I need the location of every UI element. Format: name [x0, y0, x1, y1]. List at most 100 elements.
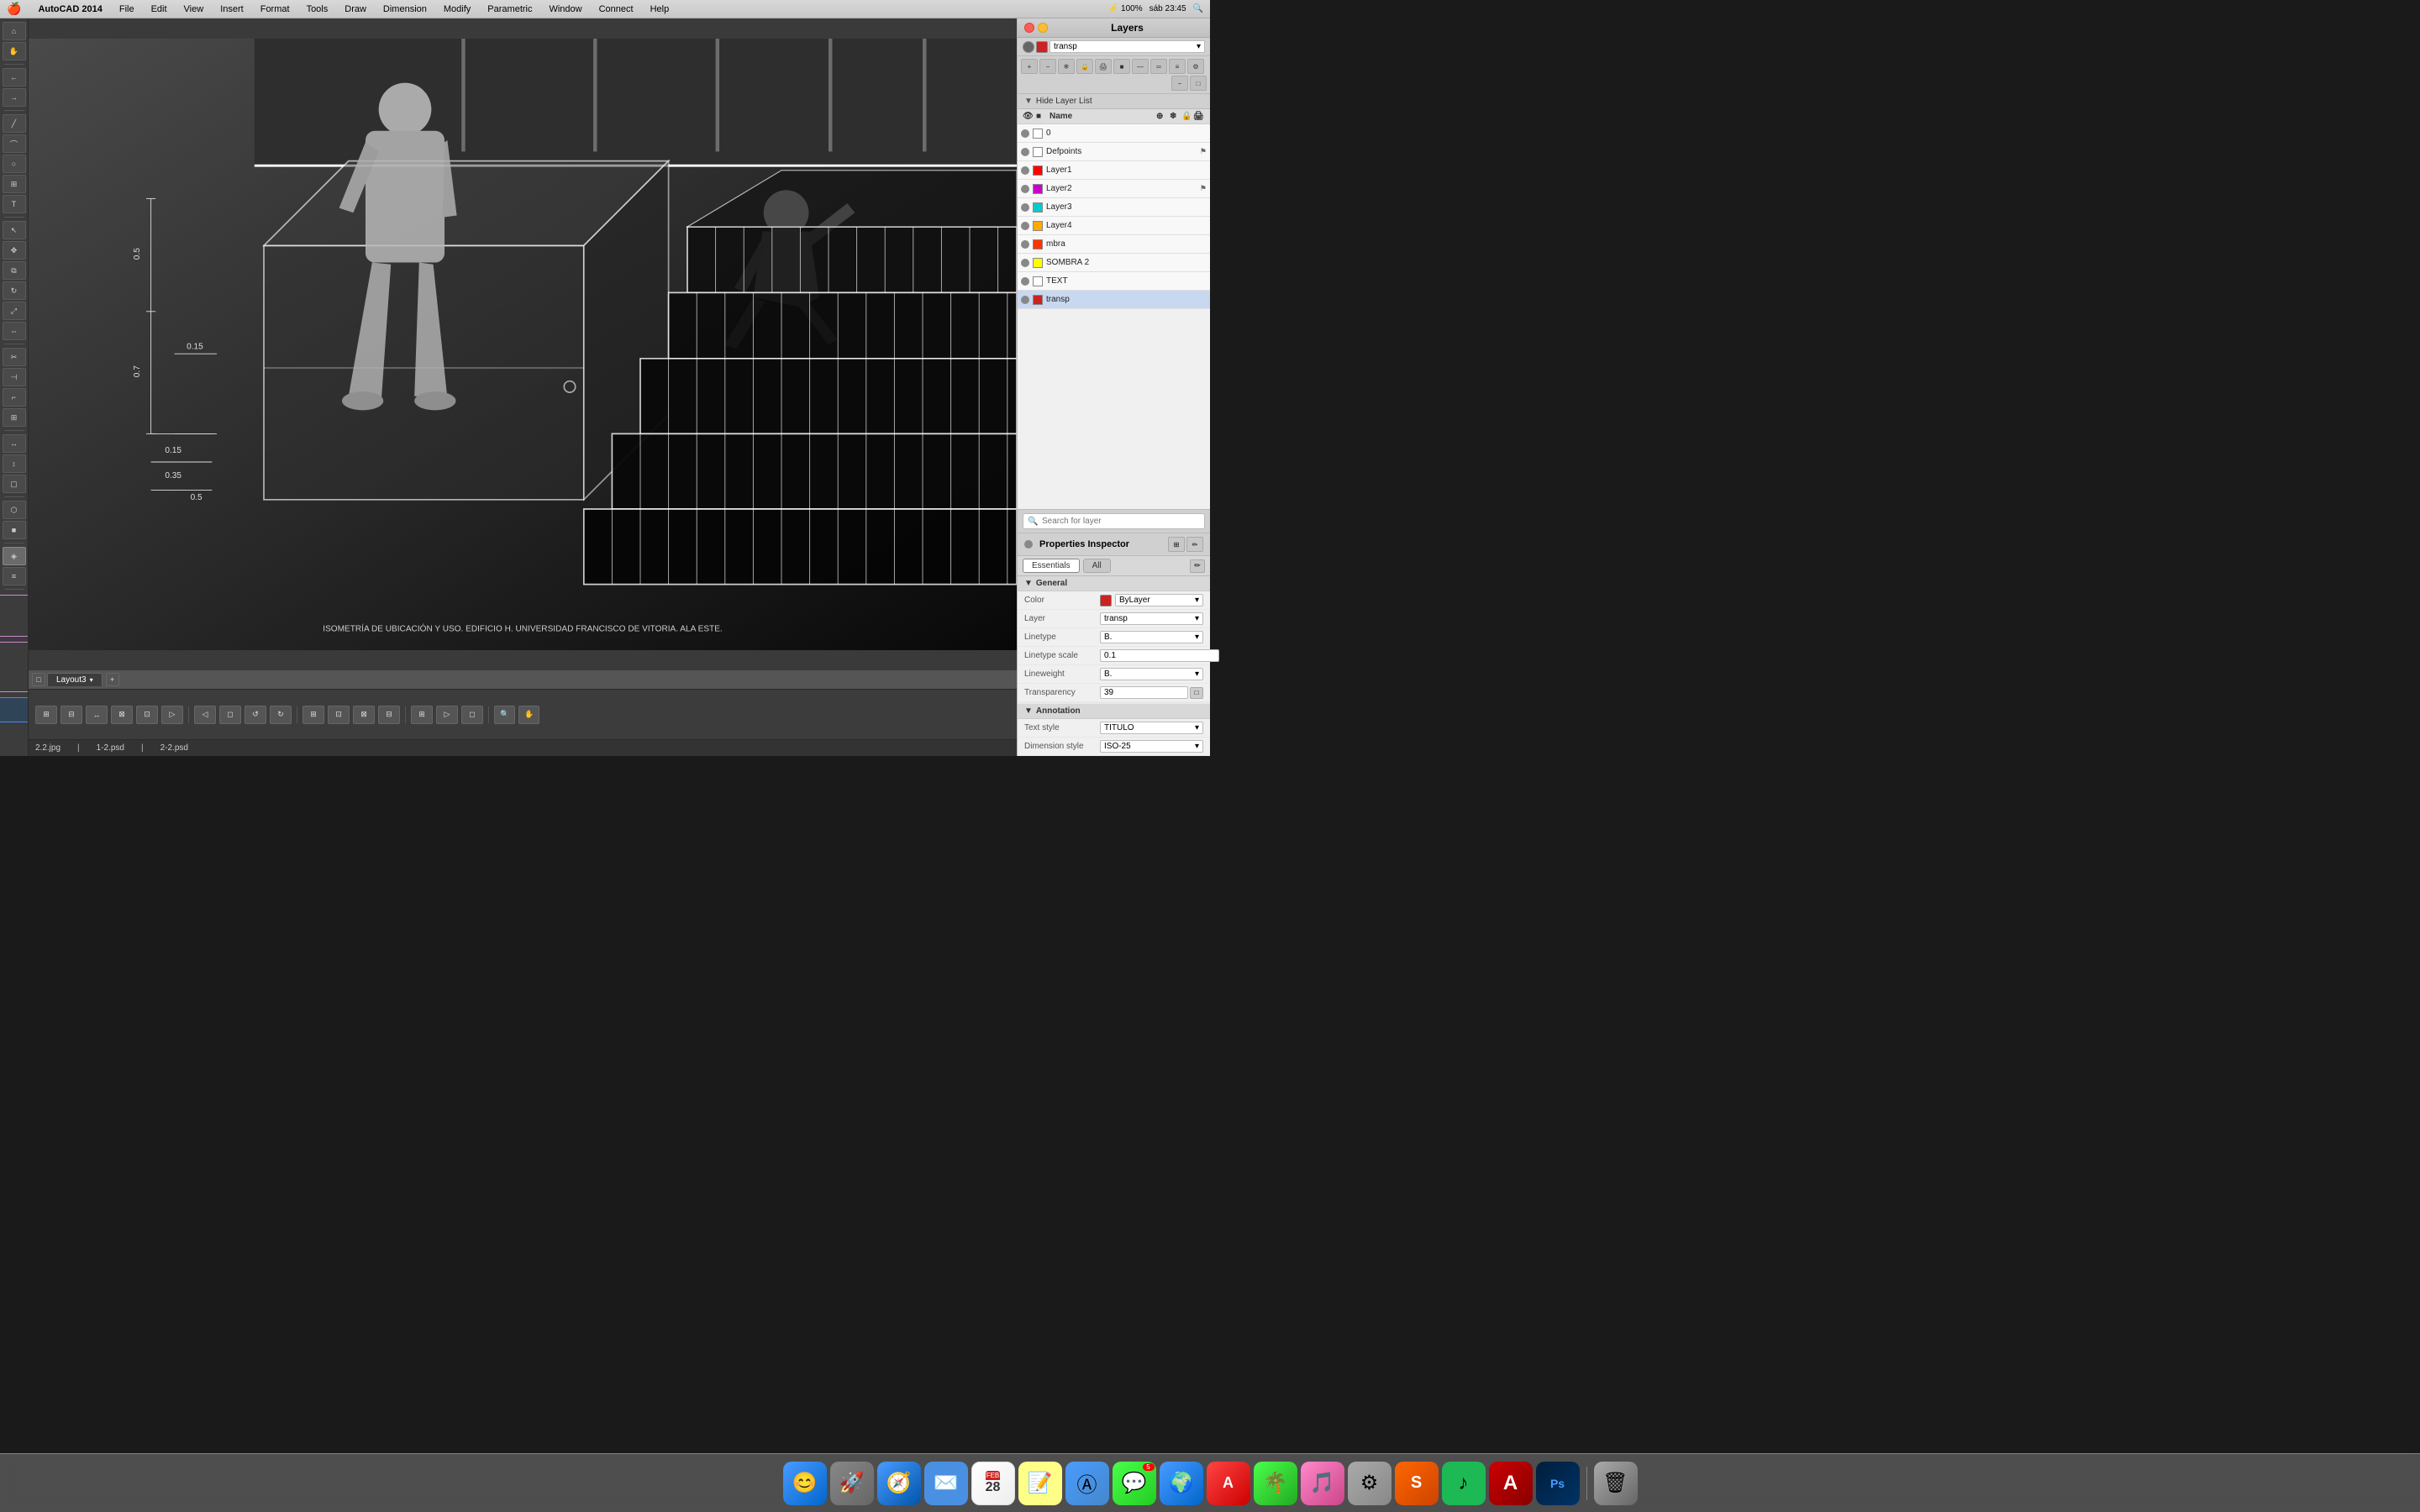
apple-menu[interactable]: 🍎: [7, 2, 21, 16]
dock-safari[interactable]: 🧭: [877, 1462, 921, 1505]
tb-text[interactable]: T: [3, 195, 26, 213]
layer-exp[interactable]: □: [1190, 76, 1207, 91]
search-icon[interactable]: 🔍: [1193, 4, 1203, 13]
btm-sel[interactable]: ↻: [270, 706, 292, 724]
general-section-header[interactable]: ▼ General: [1018, 576, 1210, 591]
layer-print[interactable]: 🖨: [1095, 59, 1112, 74]
dock-launchpad[interactable]: 🚀: [830, 1462, 874, 1505]
format-menu[interactable]: Format: [257, 3, 293, 15]
all-tab[interactable]: All: [1083, 559, 1111, 573]
tb-3d[interactable]: ⬡: [3, 501, 26, 519]
transp-toggle[interactable]: □: [1190, 687, 1203, 699]
tb-move[interactable]: ✥: [3, 241, 26, 260]
btm-polar[interactable]: ⊠: [111, 706, 133, 724]
layer-min[interactable]: −: [1171, 76, 1188, 91]
dock-calendar[interactable]: FEB 28: [971, 1462, 1015, 1505]
color-dropdown[interactable]: ByLayer ▾: [1115, 594, 1203, 606]
tb-dim[interactable]: ↔: [3, 434, 26, 453]
col-name[interactable]: Name: [1050, 112, 1156, 121]
tb-forward[interactable]: →: [3, 88, 26, 107]
insert-menu[interactable]: Insert: [217, 3, 247, 15]
tb-solid[interactable]: ■: [3, 521, 26, 539]
draw-menu[interactable]: Draw: [341, 3, 370, 15]
tb-select[interactable]: ↖: [3, 221, 26, 239]
tb-hatch[interactable]: ⊞: [3, 175, 26, 193]
dock-sketchup[interactable]: S: [1395, 1462, 1439, 1505]
window-menu[interactable]: Window: [545, 3, 585, 15]
edit-menu[interactable]: Edit: [148, 3, 171, 15]
tb-home[interactable]: ⌂: [3, 22, 26, 40]
btm-osnap[interactable]: ⊡: [136, 706, 158, 724]
btm-otrack[interactable]: ▷: [161, 706, 183, 724]
dock-itunes[interactable]: 🎵: [1301, 1462, 1344, 1505]
layer-item-mbra[interactable]: mbra: [1018, 235, 1210, 254]
layers-panel-min[interactable]: [1038, 23, 1048, 33]
btm-pan-btn[interactable]: ✋: [518, 706, 539, 724]
dock-trash[interactable]: 🗑: [1594, 1462, 1638, 1505]
dock-mail[interactable]: ✉️: [924, 1462, 968, 1505]
layer-color[interactable]: ■: [1113, 59, 1130, 74]
props-tb1[interactable]: ⊞: [1168, 537, 1185, 552]
btm-space[interactable]: ⊞: [302, 706, 324, 724]
layer-lock[interactable]: 🔒: [1076, 59, 1093, 74]
connect-menu[interactable]: Connect: [596, 3, 637, 15]
layer-item-0[interactable]: 0: [1018, 124, 1210, 143]
layer-more[interactable]: ≡: [1169, 59, 1186, 74]
tb-extend[interactable]: ⊣: [3, 368, 26, 386]
linetype-dropdown[interactable]: B. ▾: [1100, 631, 1203, 643]
model-tab[interactable]: □: [32, 673, 45, 686]
layer-item-layer1[interactable]: Layer1: [1018, 161, 1210, 180]
tb-dim2[interactable]: ↕: [3, 454, 26, 473]
color-swatch[interactable]: [1100, 595, 1112, 606]
btm-grid[interactable]: ⊟: [60, 706, 82, 724]
dimension-menu[interactable]: Dimension: [380, 3, 430, 15]
search-layer-input[interactable]: [1023, 513, 1205, 529]
dock-artboard[interactable]: A: [1489, 1462, 1533, 1505]
lweight-dropdown[interactable]: B. ▾: [1100, 668, 1203, 680]
btm-hw[interactable]: ▷: [436, 706, 458, 724]
layers-panel-close[interactable]: [1024, 23, 1034, 33]
btm-snap[interactable]: ⊞: [35, 706, 57, 724]
layer-new[interactable]: +: [1021, 59, 1038, 74]
dock-sysprefs[interactable]: ⚙: [1348, 1462, 1392, 1505]
layer-lt[interactable]: —: [1132, 59, 1149, 74]
layer-item-text[interactable]: TEXT: [1018, 272, 1210, 291]
tb-trim[interactable]: ✂: [3, 348, 26, 366]
btm-nav-wheel[interactable]: 🔍: [494, 706, 515, 724]
btm-qprop[interactable]: ↺: [245, 706, 266, 724]
view-menu[interactable]: View: [181, 3, 208, 15]
layer-item-layer2[interactable]: Layer2 ⚑: [1018, 180, 1210, 198]
layer-item-transp[interactable]: transp: [1018, 291, 1210, 309]
file-tab-2psd[interactable]: 2-2.psd: [160, 743, 188, 753]
dock-spotify[interactable]: ♪: [1442, 1462, 1486, 1505]
btm-lock[interactable]: ⊟: [378, 706, 400, 724]
app-name-menu[interactable]: AutoCAD 2014: [34, 3, 105, 15]
help-menu[interactable]: Help: [647, 3, 673, 15]
layer-color-indicator[interactable]: [1036, 41, 1048, 53]
layer-item-defpoints[interactable]: Defpoints ⚑: [1018, 143, 1210, 161]
ltscale-input[interactable]: [1100, 649, 1219, 662]
annotation-section-header[interactable]: ▼ Annotation: [1018, 704, 1210, 719]
tb-scale[interactable]: ⤢: [3, 302, 26, 320]
tools-menu[interactable]: Tools: [303, 3, 332, 15]
dock-appstore[interactable]: Ⓐ: [1065, 1462, 1109, 1505]
viewport[interactable]: 0.5 0.7 0.15 0.15 0.35 0.5 ISOMETRÍA DE …: [29, 18, 1017, 670]
tb-block[interactable]: ▢: [3, 475, 26, 493]
tb-mirror[interactable]: ⇔: [3, 322, 26, 340]
hide-layer-list-btn[interactable]: ▼ Hide Layer List: [1018, 94, 1210, 109]
tb-array[interactable]: ⊞: [3, 408, 26, 427]
layer-item-sombra2[interactable]: SOMBRA 2: [1018, 254, 1210, 272]
layer-settings[interactable]: ⚙: [1187, 59, 1204, 74]
layer-lw[interactable]: ═: [1150, 59, 1167, 74]
tb-rotate[interactable]: ↻: [3, 281, 26, 300]
dock-globe[interactable]: 🌍: [1160, 1462, 1203, 1505]
btm-ws[interactable]: ⊠: [353, 706, 375, 724]
file-menu[interactable]: File: [116, 3, 138, 15]
btm-ann[interactable]: ⊡: [328, 706, 350, 724]
layer-freeze[interactable]: ❄: [1058, 59, 1075, 74]
tb-fillet[interactable]: ⌐: [3, 388, 26, 407]
layout-dropdown-icon[interactable]: ▾: [90, 676, 93, 684]
current-layer-dropdown[interactable]: transp ▾: [1050, 40, 1205, 53]
layer-item-layer3[interactable]: Layer3: [1018, 198, 1210, 217]
file-tab-1psd[interactable]: 1-2.psd: [97, 743, 124, 753]
